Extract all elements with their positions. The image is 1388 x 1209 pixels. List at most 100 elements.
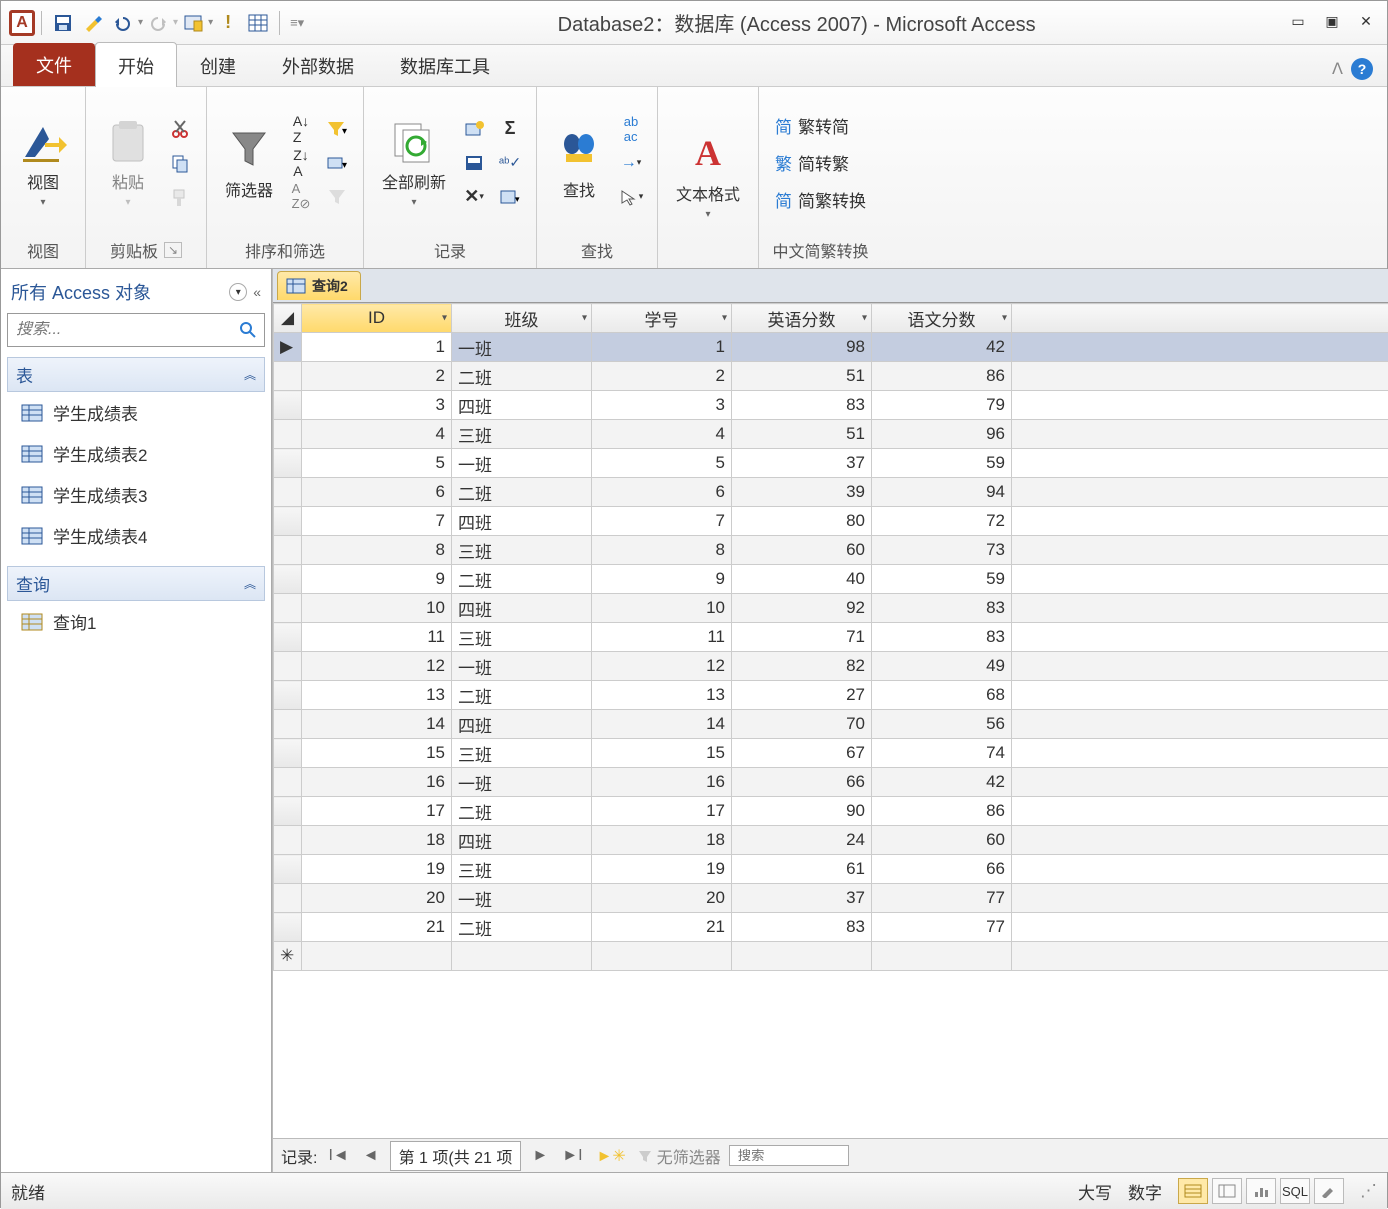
- cell-id[interactable]: 4: [302, 420, 452, 449]
- add-column[interactable]: [1012, 304, 1388, 333]
- cell-chn[interactable]: 42: [872, 768, 1012, 797]
- view-button[interactable]: 视图 ▾: [13, 113, 73, 212]
- maximize-icon[interactable]: ▣: [1319, 10, 1345, 36]
- cut-icon[interactable]: [166, 115, 194, 143]
- table-row[interactable]: 19 三班 19 61 66: [274, 855, 1388, 884]
- row-selector[interactable]: [274, 507, 302, 536]
- cell-eng[interactable]: 40: [732, 565, 872, 594]
- filter-button[interactable]: 筛选器: [219, 121, 279, 205]
- search-input[interactable]: [8, 321, 232, 339]
- cell-chn[interactable]: 68: [872, 681, 1012, 710]
- cell-eng[interactable]: 61: [732, 855, 872, 884]
- cell-class[interactable]: 一班: [452, 449, 592, 478]
- cell-id[interactable]: 20: [302, 884, 452, 913]
- table-row[interactable]: 3 四班 3 83 79: [274, 391, 1388, 420]
- search-icon[interactable]: [232, 321, 264, 339]
- row-selector[interactable]: [274, 826, 302, 855]
- cell-empty[interactable]: [1012, 594, 1388, 623]
- spelling-icon[interactable]: ᵃᵇ✓: [496, 149, 524, 177]
- table-icon[interactable]: [243, 8, 273, 38]
- cell-id[interactable]: 6: [302, 478, 452, 507]
- cell-eng[interactable]: 71: [732, 623, 872, 652]
- row-selector[interactable]: [274, 536, 302, 565]
- cell-empty[interactable]: [1012, 565, 1388, 594]
- undo-icon[interactable]: [108, 8, 138, 38]
- format-painter-icon[interactable]: [166, 183, 194, 211]
- cell-id[interactable]: 14: [302, 710, 452, 739]
- dialog-launcher-icon[interactable]: ↘: [164, 242, 182, 258]
- cell-sno[interactable]: 14: [592, 710, 732, 739]
- cell-class[interactable]: 二班: [452, 478, 592, 507]
- cell-sno[interactable]: 21: [592, 913, 732, 942]
- replace-icon[interactable]: abac: [617, 115, 645, 143]
- cell-class[interactable]: 四班: [452, 826, 592, 855]
- cell-chn[interactable]: 56: [872, 710, 1012, 739]
- cell-sno[interactable]: 8: [592, 536, 732, 565]
- cell-id[interactable]: 15: [302, 739, 452, 768]
- cell-empty[interactable]: [1012, 826, 1388, 855]
- pivot-table-view-icon[interactable]: [1212, 1178, 1242, 1204]
- cell-empty[interactable]: [1012, 913, 1388, 942]
- column-header[interactable]: ID▾: [302, 304, 452, 333]
- cell-eng[interactable]: 90: [732, 797, 872, 826]
- redo-icon[interactable]: [143, 8, 173, 38]
- cell-sno[interactable]: 17: [592, 797, 732, 826]
- table-row[interactable]: 21 二班 21 83 77: [274, 913, 1388, 942]
- cell-eng[interactable]: 37: [732, 884, 872, 913]
- column-header[interactable]: 语文分数▾: [872, 304, 1012, 333]
- row-selector[interactable]: [274, 884, 302, 913]
- cell-empty[interactable]: [1012, 478, 1388, 507]
- cell-eng[interactable]: 51: [732, 420, 872, 449]
- cell-chn[interactable]: 49: [872, 652, 1012, 681]
- cell-class[interactable]: 二班: [452, 362, 592, 391]
- cell-sno[interactable]: 18: [592, 826, 732, 855]
- clear-sort-icon[interactable]: AZ⊘: [287, 183, 315, 211]
- cell-empty[interactable]: [1012, 855, 1388, 884]
- new-record-icon[interactable]: [460, 115, 488, 143]
- nav-group-header[interactable]: 查询︽: [7, 566, 265, 601]
- row-selector[interactable]: [274, 913, 302, 942]
- help-icon[interactable]: ?: [1351, 58, 1373, 80]
- column-dropdown-icon[interactable]: ▾: [1002, 313, 1007, 324]
- resize-grip-icon[interactable]: ⋰: [1360, 1181, 1377, 1201]
- cell-empty[interactable]: [1012, 768, 1388, 797]
- cell-chn[interactable]: 66: [872, 855, 1012, 884]
- table-row[interactable]: 12 一班 12 82 49: [274, 652, 1388, 681]
- last-record-icon[interactable]: ►I: [559, 1147, 585, 1165]
- brush-icon[interactable]: [78, 8, 108, 38]
- cell-class[interactable]: 二班: [452, 913, 592, 942]
- row-selector[interactable]: ▶: [274, 333, 302, 362]
- cell-class[interactable]: 三班: [452, 420, 592, 449]
- table-row[interactable]: 11 三班 11 71 83: [274, 623, 1388, 652]
- document-tab[interactable]: 查询2: [277, 271, 361, 300]
- cell-class[interactable]: 二班: [452, 681, 592, 710]
- row-selector[interactable]: [274, 420, 302, 449]
- table-row[interactable]: 10 四班 10 92 83: [274, 594, 1388, 623]
- sort-desc-icon[interactable]: Z↓A: [287, 149, 315, 177]
- cell-id[interactable]: 11: [302, 623, 452, 652]
- cell-class[interactable]: 三班: [452, 739, 592, 768]
- cell-sno[interactable]: 10: [592, 594, 732, 623]
- table-row[interactable]: 2 二班 2 51 86: [274, 362, 1388, 391]
- nav-dropdown-icon[interactable]: ▾: [229, 283, 247, 301]
- cell-chn[interactable]: 77: [872, 884, 1012, 913]
- cell-sno[interactable]: 11: [592, 623, 732, 652]
- cell-chn[interactable]: 79: [872, 391, 1012, 420]
- cell-class[interactable]: 一班: [452, 652, 592, 681]
- table-row[interactable]: 14 四班 14 70 56: [274, 710, 1388, 739]
- find-button[interactable]: 查找: [549, 121, 609, 205]
- cell-sno[interactable]: 3: [592, 391, 732, 420]
- column-dropdown-icon[interactable]: ▾: [582, 313, 587, 324]
- nav-item[interactable]: 学生成绩表3: [7, 474, 265, 515]
- cell-id[interactable]: 13: [302, 681, 452, 710]
- select-all-corner[interactable]: ◢: [274, 304, 302, 333]
- row-selector[interactable]: [274, 478, 302, 507]
- cell-sno[interactable]: 9: [592, 565, 732, 594]
- cell-id[interactable]: 3: [302, 391, 452, 420]
- cell-class[interactable]: 三班: [452, 536, 592, 565]
- nav-item[interactable]: 学生成绩表2: [7, 433, 265, 474]
- collapse-pane-icon[interactable]: «: [253, 284, 261, 300]
- cell-eng[interactable]: 83: [732, 391, 872, 420]
- cell-class[interactable]: 一班: [452, 333, 592, 362]
- advanced-filter-icon[interactable]: ▾: [323, 149, 351, 177]
